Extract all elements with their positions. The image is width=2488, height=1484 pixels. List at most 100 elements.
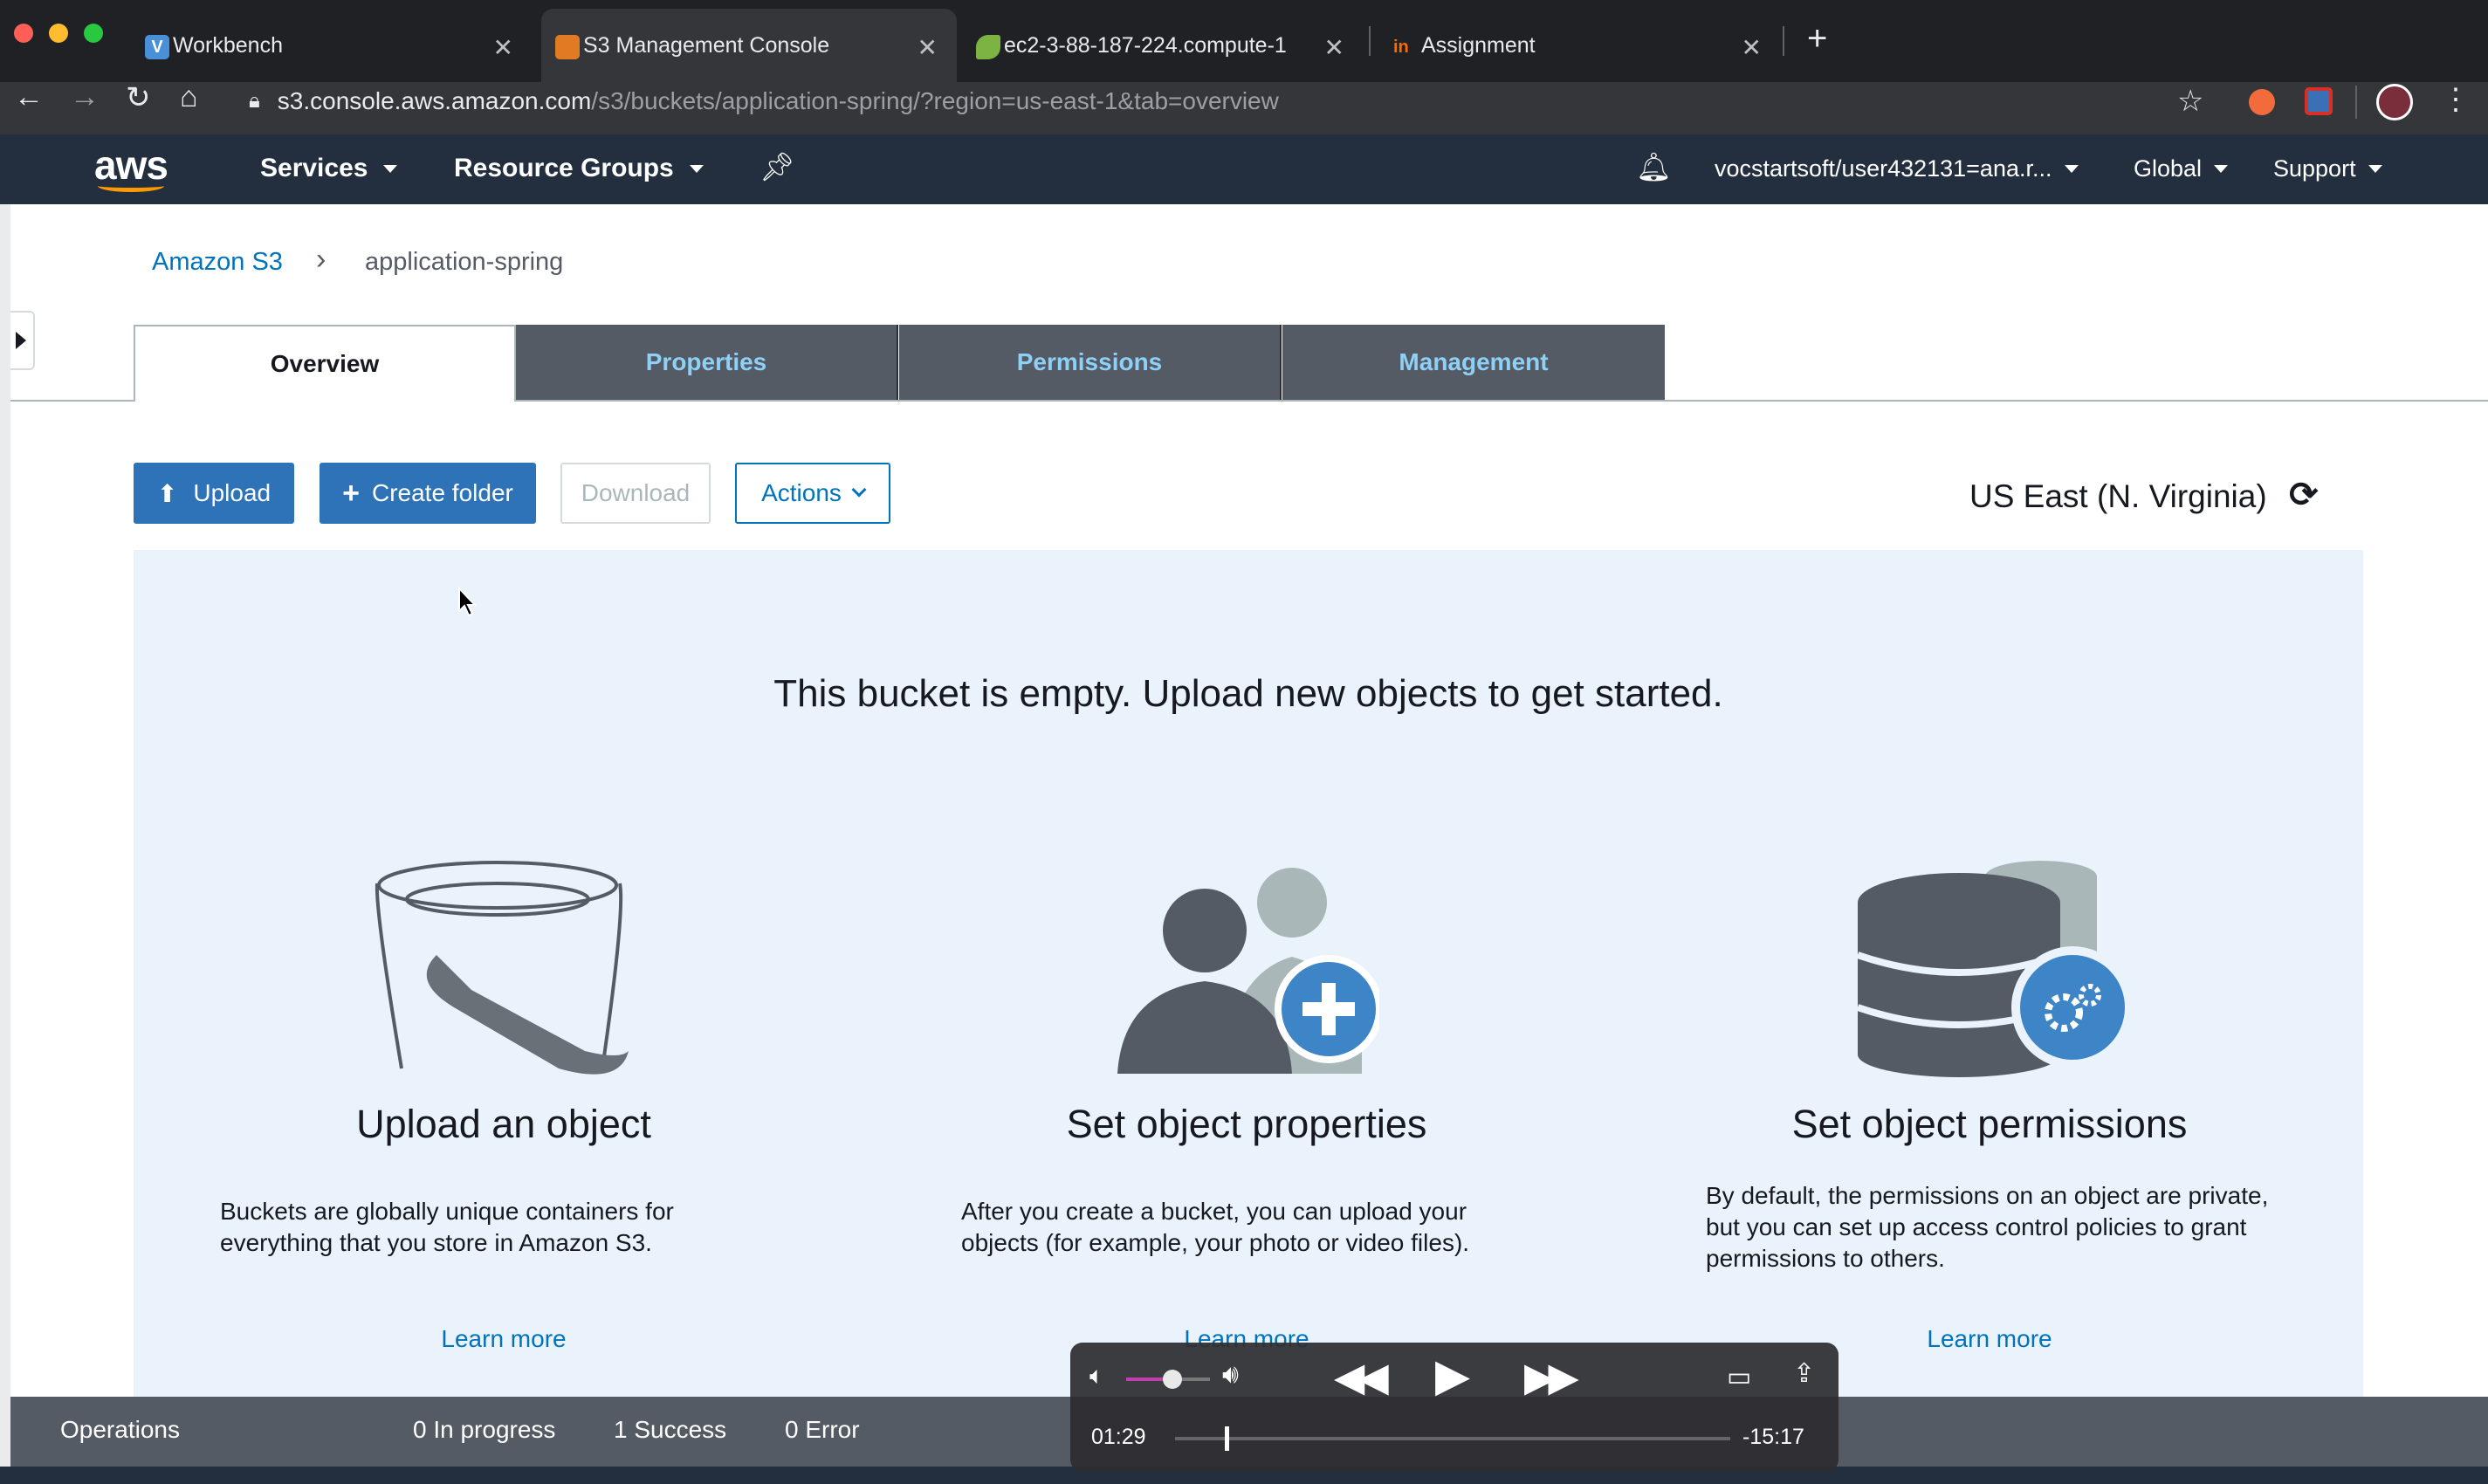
plus-icon: + [342,476,360,510]
minimize-window-button[interactable] [49,24,68,43]
extension-icon[interactable] [2249,89,2275,115]
zoom-window-button[interactable] [84,24,103,43]
card-description-properties: After you create a bucket, you can uploa… [961,1198,1470,1256]
create-folder-button[interactable]: + Create folder [320,463,536,524]
lock-icon: 🔒︎ [249,89,260,113]
aws-favicon-icon [555,35,580,59]
caret-right-icon [16,332,26,349]
bell-icon[interactable]: 🔔︎ [1636,150,1672,183]
chevron-down-icon [689,164,704,173]
browser-tab-strip: V Workbench ✕ S3 Management Console ✕ ec… [0,0,2488,82]
users-add-icon [1117,868,1379,1074]
browser-tab-assignment[interactable]: in Assignment ✕ [1379,9,1781,82]
card-title-properties: Set object properties [1066,1102,1427,1146]
create-folder-label: Create folder [371,479,513,506]
support-label: Support [2273,155,2356,182]
card-title-permissions: Set object permissions [1791,1102,2188,1146]
volume-slider[interactable] [1126,1370,1210,1389]
rewind-icon[interactable]: ◀◀ [1334,1353,1389,1400]
forward-icon[interactable]: → [70,80,100,114]
browser-tab-workbench[interactable]: V Workbench ✕ [131,9,533,82]
resource-groups-label: Resource Groups [454,154,674,182]
breadcrumb-amazon-s3[interactable]: Amazon S3 [152,248,283,277]
profile-avatar[interactable] [2376,84,2413,120]
database-gear-icon [1858,861,2134,1077]
upload-icon: ⬆ [156,479,178,507]
browser-tab-s3[interactable]: S3 Management Console ✕ [541,9,957,82]
close-tab-icon[interactable]: ✕ [1324,33,1344,62]
share-icon[interactable]: ⇪ [1793,1358,1815,1389]
services-label: Services [260,154,368,182]
tab-permissions[interactable]: Permissions [899,325,1282,400]
operations-label[interactable]: Operations [60,1416,180,1444]
chevron-down-icon [2064,165,2079,173]
extension-icon[interactable] [2305,87,2333,115]
airplay-icon[interactable]: ▭ [1727,1362,1751,1392]
address-bar[interactable]: 🔒︎ s3.console.aws.amazon.com /s3/buckets… [231,82,2187,120]
operations-error[interactable]: 0 Error [785,1416,860,1444]
card-description-upload: Buckets are globally unique containers f… [220,1198,674,1256]
elapsed-time: 01:29 [1091,1425,1146,1449]
support-menu[interactable]: Support [2273,155,2382,182]
upload-button[interactable]: ⬆ Upload [134,463,294,524]
reload-icon[interactable]: ↻ [126,80,151,115]
sidebar-toggle[interactable] [10,311,35,370]
card-title-upload: Upload an object [356,1102,651,1146]
actions-label: Actions [761,479,842,506]
upload-label: Upload [193,479,271,506]
fast-forward-icon[interactable]: ▶▶ [1524,1353,1579,1400]
bucket-icon [375,861,629,1075]
close-window-button[interactable] [14,24,33,43]
operations-in-progress[interactable]: 0 In progress [413,1416,555,1444]
learn-more-upload-link[interactable]: Learn more [329,1325,678,1353]
refresh-icon[interactable]: ⟳ [2289,475,2319,515]
browser-menu-icon[interactable]: ⋮ [2441,82,2471,117]
resource-groups-menu[interactable]: Resource Groups [454,154,704,183]
assignment-favicon-icon: in [1393,38,1409,57]
back-icon[interactable]: ← [14,80,44,114]
remaining-time: -15:17 [1742,1425,1804,1449]
account-label: vocstartsoft/user432131=ana.r... [1715,155,2052,182]
empty-bucket-message: This bucket is empty. Upload new objects… [773,672,1723,715]
workbench-favicon-icon: V [145,35,169,59]
services-menu[interactable]: Services [260,154,398,183]
tab-title: S3 Management Console [583,32,830,58]
chevron-down-icon [383,164,398,173]
mouse-cursor-icon [458,587,478,617]
new-tab-button[interactable]: + [1807,19,1827,58]
playback-position-handle[interactable] [1224,1426,1229,1451]
tab-separator [1783,26,1784,56]
tab-properties[interactable]: Properties [516,325,898,400]
playback-scrubber[interactable] [1175,1426,1730,1451]
account-menu[interactable]: vocstartsoft/user432131=ana.r... [1715,155,2079,182]
region-menu-label: Global [2134,155,2203,182]
tab-management[interactable]: Management [1282,325,1665,400]
left-rail [0,204,10,1484]
video-player-controls: 🔈︎ 🔊︎ ◀◀ ▶ ▶▶ ▭ ⇪ 01:29 -15:17 [1070,1343,1839,1472]
volume-high-icon[interactable]: 🔊︎ [1222,1360,1239,1390]
volume-low-icon[interactable]: 🔈︎ [1089,1362,1104,1391]
chevron-down-icon [2214,165,2229,173]
region-label: US East (N. Virginia) [1969,478,2267,514]
browser-tab-ec2[interactable]: ec2-3-88-187-224.compute-1 ✕ [962,9,1364,82]
chevron-down-icon [2368,165,2382,173]
breadcrumb-current: application-spring [365,248,564,276]
tab-separator [1369,26,1371,56]
toolbar-divider [2355,86,2357,119]
aws-smile-icon [98,180,164,192]
actions-button[interactable]: Actions [735,463,890,524]
close-tab-icon[interactable]: ✕ [1742,33,1762,62]
tab-overview[interactable]: Overview [134,325,516,402]
bookmark-star-icon[interactable]: ☆ [2177,84,2203,119]
operations-success[interactable]: 1 Success [614,1416,726,1444]
learn-more-permissions-link[interactable]: Learn more [1815,1325,2164,1353]
close-tab-icon[interactable]: ✕ [918,33,938,62]
pin-icon[interactable]: 📌︎ [759,150,795,183]
close-tab-icon[interactable]: ✕ [493,33,513,62]
download-button[interactable]: Download [560,463,711,524]
home-icon[interactable]: ⌂ [180,80,198,114]
region-menu[interactable]: Global [2134,155,2229,182]
tab-title: Workbench [173,32,283,58]
play-icon[interactable]: ▶ [1435,1350,1470,1402]
volume-knob[interactable] [1162,1370,1182,1389]
